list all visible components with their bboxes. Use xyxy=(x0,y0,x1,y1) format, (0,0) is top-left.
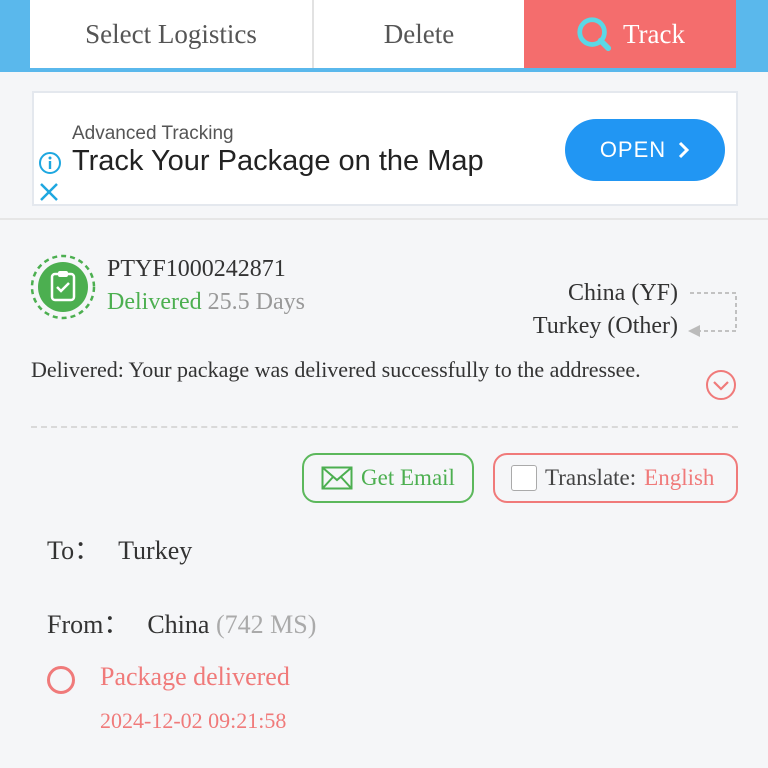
status-line: Delivered 25.5 Days xyxy=(107,289,305,316)
ad-banner[interactable]: Advanced Tracking Track Your Package on … xyxy=(32,91,738,206)
from-label: From： xyxy=(47,610,130,639)
to-value: Turkey xyxy=(118,536,193,565)
top-bar: Select Logistics Delete Track xyxy=(0,0,768,72)
tab-bar: Select Logistics Delete Track xyxy=(30,0,738,68)
tab-track-label: Track xyxy=(622,18,685,49)
destination-row: To： Turkey xyxy=(47,530,192,567)
tracking-number[interactable]: PTYF1000242871 xyxy=(107,256,286,283)
translate-language: English xyxy=(644,465,715,490)
ad-open-label: OPEN xyxy=(599,137,667,162)
latest-event-text: Delivered: Your package was delivered su… xyxy=(31,357,641,382)
delivered-clipboard-icon xyxy=(30,254,96,320)
from-latency: (742 MS) xyxy=(215,610,317,639)
route-destination: Turkey (Other) xyxy=(532,313,678,339)
search-icon xyxy=(577,17,612,52)
translate-label: Translate: xyxy=(545,465,637,490)
timeline-dot xyxy=(47,666,75,694)
tab-track[interactable]: Track xyxy=(524,0,736,68)
get-email-button[interactable]: Get Email xyxy=(302,453,474,503)
origin-row: From： China (742 MS) xyxy=(47,604,316,641)
dashed-divider xyxy=(31,426,738,428)
translate-toggle[interactable]: Translate: English xyxy=(493,453,738,503)
tab-select-logistics[interactable]: Select Logistics xyxy=(30,0,314,68)
ad-open-button[interactable]: OPEN xyxy=(565,119,725,181)
tab-select-logistics-label: Select Logistics xyxy=(85,18,257,49)
tab-delete-label: Delete xyxy=(383,18,455,49)
from-value: China xyxy=(147,610,210,639)
info-icon[interactable] xyxy=(38,151,62,175)
get-email-label: Get Email xyxy=(361,465,455,490)
close-icon[interactable] xyxy=(38,181,60,203)
route-arrow-icon xyxy=(688,292,737,337)
chevron-down-icon[interactable] xyxy=(705,369,737,401)
transit-duration: 25.5 Days xyxy=(207,289,305,315)
translate-checkbox[interactable] xyxy=(511,465,537,491)
ad-title: Track Your Package on the Map xyxy=(72,145,484,177)
chevron-right-icon xyxy=(679,141,690,159)
ad-label: Advanced Tracking xyxy=(72,123,234,144)
envelope-icon xyxy=(321,466,353,490)
tab-delete[interactable]: Delete xyxy=(314,0,524,68)
event-title: Package delivered xyxy=(100,662,290,691)
status-badge: Delivered xyxy=(107,289,202,315)
route-origin: China (YF) xyxy=(568,280,678,306)
to-label: To： xyxy=(47,536,101,565)
event-timestamp: 2024-12-02 09:21:58 xyxy=(100,708,287,733)
section-divider xyxy=(0,218,768,220)
